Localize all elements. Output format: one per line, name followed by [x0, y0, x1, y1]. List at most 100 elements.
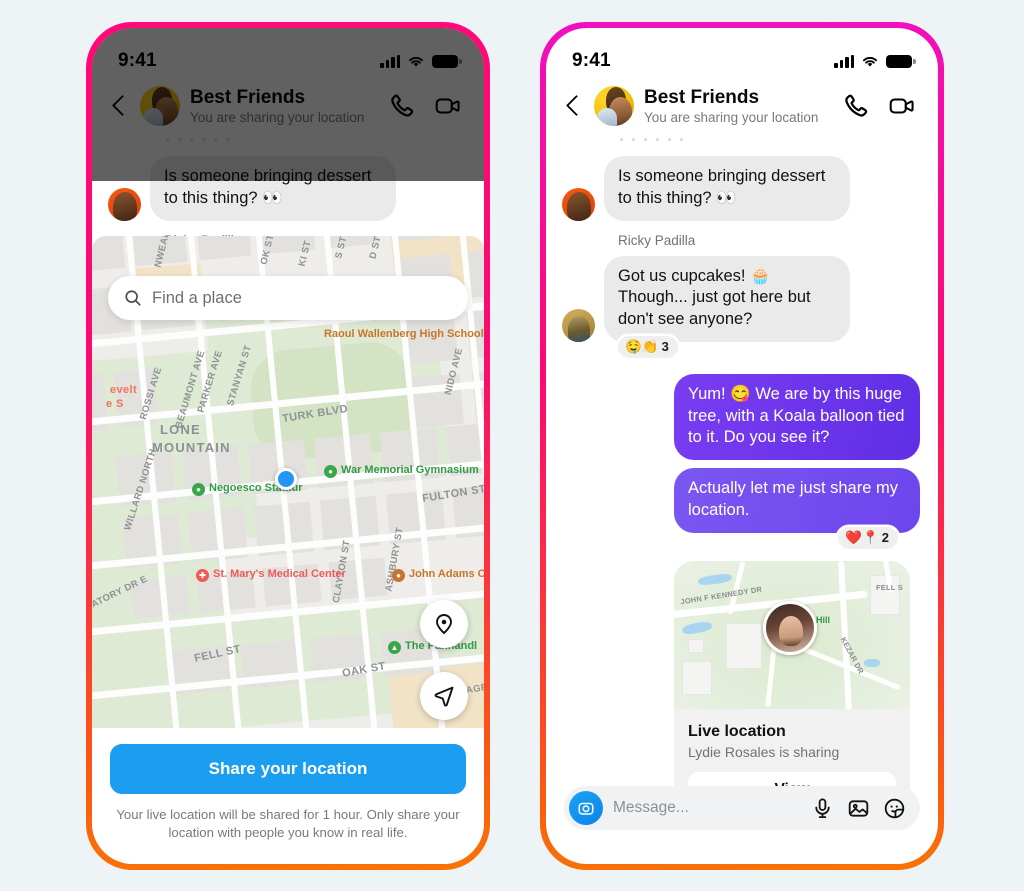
group-avatar[interactable] [594, 86, 634, 126]
left-message-list: Is someone bringing dessert to this thin… [92, 146, 484, 248]
poi-label: Raoul Wallenberg High School [324, 328, 484, 340]
message-bubble[interactable]: Actually let me just share my location. [674, 468, 920, 533]
group-avatar[interactable] [140, 86, 180, 126]
message-bubble[interactable]: Is someone bringing dessert to this thin… [604, 156, 850, 221]
message-row: Is someone bringing dessert to this thin… [108, 156, 466, 221]
share-location-button[interactable]: Share your location [110, 744, 466, 794]
avatar [562, 308, 595, 342]
civic-icon: ● [392, 569, 405, 582]
video-camera-icon[interactable] [888, 92, 916, 120]
search-icon [125, 290, 141, 306]
image-icon[interactable] [847, 797, 870, 820]
back-chevron-icon[interactable] [562, 95, 584, 117]
cellular-bars-icon [834, 54, 854, 68]
message-row: Yum! 😋 We are by this huge tree, with a … [562, 373, 920, 461]
poi-label: War Memorial Gymnasium [341, 464, 479, 476]
wifi-icon [408, 56, 424, 67]
navigation-arrow-icon[interactable] [420, 672, 468, 720]
message-composer: Message... [546, 786, 938, 830]
header-subtitle: You are sharing your location [190, 110, 365, 126]
video-camera-icon[interactable] [434, 92, 462, 120]
search-placeholder: Find a place [152, 288, 242, 307]
share-disclaimer: Your live location will be shared for 1 … [116, 807, 460, 841]
typing-indicator [546, 138, 938, 146]
blue-dot-marker [275, 468, 297, 490]
message-input[interactable]: Message... [613, 799, 801, 817]
header-subtitle: You are sharing your location [644, 110, 819, 126]
map-street-label: FELL S [876, 582, 903, 592]
reaction-count: 2 [881, 530, 889, 546]
live-location-title: Live location [688, 722, 786, 740]
page-title: Best Friends [190, 86, 306, 108]
composer-actions [811, 797, 906, 820]
right-status-bar: 9:41 [546, 28, 938, 80]
poi-label: John Adams Center [409, 568, 484, 580]
right-phone-frame: 9:41 Best Friends You are sharing your l… [540, 22, 944, 870]
message-sender-label: Ricky Padilla [618, 232, 696, 248]
map-poi[interactable]: ✚ St. Mary's Medical Center [196, 568, 346, 582]
live-location-map[interactable]: JOHN F KENNEDY DR FELL S KEZAR DR Hippie… [674, 560, 910, 709]
phone-icon[interactable] [843, 92, 871, 120]
reaction-pill[interactable]: 🤤👏 3 [618, 335, 678, 358]
avatar [108, 187, 141, 221]
header-actions [389, 92, 462, 120]
reaction-pill[interactable]: ❤️📍 2 [838, 526, 898, 549]
left-chat-header: Best Friends You are sharing your locati… [92, 80, 484, 138]
composer-bar[interactable]: Message... [564, 786, 920, 830]
header-text: Best Friends You are sharing your locati… [644, 87, 833, 126]
live-location-card[interactable]: JOHN F KENNEDY DR FELL S KEZAR DR Hippie… [674, 560, 910, 821]
area-label: MOUNTAIN [152, 440, 231, 455]
cellular-bars-icon [380, 54, 400, 68]
edge-label: evelt [110, 384, 138, 396]
poi-label: St. Mary's Medical Center [213, 568, 346, 580]
back-chevron-icon[interactable] [108, 95, 130, 117]
header-actions [843, 92, 916, 120]
camera-icon[interactable] [569, 791, 603, 825]
status-time: 9:41 [118, 50, 157, 71]
message-bubble[interactable]: Got us cupcakes! 🧁 Though... just got he… [604, 255, 850, 342]
message-bubble[interactable]: Is someone bringing dessert to this thin… [150, 156, 396, 221]
page-title: Best Friends [644, 86, 760, 108]
status-icons [380, 54, 462, 68]
area-label: LONE [160, 422, 201, 437]
map-canvas[interactable]: NWEAL OK ST KI ST S ST D ST evelt e S RO… [92, 236, 484, 728]
reaction-emojis: ❤️📍 [845, 529, 879, 545]
location-picker-sheet: NWEAL OK ST KI ST S ST D ST evelt e S RO… [92, 236, 484, 864]
park-icon: ▲ [388, 641, 401, 654]
edge-label: e S [106, 398, 124, 410]
message-row: Actually let me just share my location. [562, 468, 920, 533]
battery-full-icon [432, 54, 462, 68]
avatar [562, 187, 595, 221]
wifi-icon [862, 56, 878, 67]
search-input[interactable]: Find a place [108, 276, 468, 320]
status-icons [834, 54, 916, 68]
map-poi[interactable]: ▲ Raoul Wallenberg High School [324, 328, 484, 342]
live-location-subtitle: Lydie Rosales is sharing [688, 743, 840, 760]
message-row: Got us cupcakes! 🧁 Though... just got he… [562, 255, 920, 342]
screenshot-stage: 9:41 Best Friends You are sharing your l… [0, 0, 1024, 891]
reaction-emojis: 🤤👏 [625, 338, 659, 354]
map-poi[interactable]: ● War Memorial Gymnasium [324, 464, 479, 478]
sticker-icon[interactable] [883, 797, 906, 820]
right-phone-screen: 9:41 Best Friends You are sharing your l… [546, 28, 938, 864]
share-section: Share your location Your live location w… [92, 728, 484, 864]
battery-full-icon [886, 54, 916, 68]
right-chat-header: Best Friends You are sharing your locati… [546, 80, 938, 138]
lydie-avatar-pin[interactable] [763, 600, 817, 655]
microphone-icon[interactable] [811, 797, 834, 820]
hospital-icon: ✚ [196, 569, 209, 582]
location-pin-icon[interactable] [420, 600, 468, 648]
left-phone-screen: 9:41 Best Friends You are sharing your l… [92, 28, 484, 864]
message-row: Is someone bringing dessert to this thin… [562, 156, 920, 221]
reaction-count: 3 [661, 339, 669, 355]
stadium-icon: ● [192, 483, 205, 496]
status-time: 9:41 [572, 50, 611, 71]
typing-indicator [92, 138, 484, 146]
map-poi[interactable]: ● John Adams Center [392, 568, 484, 582]
left-phone-frame: 9:41 Best Friends You are sharing your l… [86, 22, 490, 870]
right-message-list: Is someone bringing dessert to this thin… [546, 146, 938, 821]
left-status-bar: 9:41 [92, 28, 484, 80]
header-text: Best Friends You are sharing your locati… [190, 87, 379, 126]
message-bubble[interactable]: Yum! 😋 We are by this huge tree, with a … [674, 373, 920, 461]
phone-icon[interactable] [389, 92, 417, 120]
